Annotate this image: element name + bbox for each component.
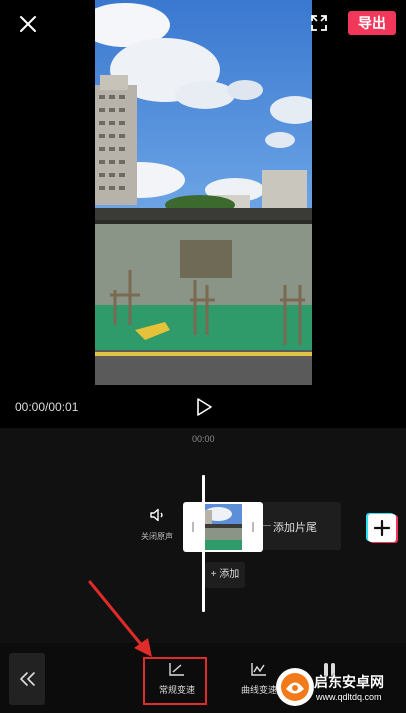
close-icon: [20, 16, 36, 32]
timeline-ruler-time: 00:00: [192, 434, 215, 444]
speed-curve-icon: [251, 663, 266, 676]
watermark-logo: [276, 668, 314, 706]
speaker-icon: [150, 508, 163, 522]
divider: [263, 525, 271, 526]
add-ending-button[interactable]: 添加片尾: [263, 502, 341, 550]
clip-trim-handle-left[interactable]: [192, 522, 194, 532]
play-icon: [197, 398, 212, 416]
clip-trim-handle-right[interactable]: [252, 522, 254, 532]
double-chevron-left-icon: [20, 672, 35, 686]
add-audio-button[interactable]: + 添加: [205, 562, 245, 588]
fullscreen-button[interactable]: [306, 10, 332, 36]
play-button[interactable]: [194, 396, 214, 418]
mute-original-audio-button[interactable]: 关闭原声: [135, 506, 179, 546]
plus-icon: [373, 519, 391, 537]
video-frame-image: [95, 0, 312, 385]
watermark-url: www.qdltdq.com: [316, 692, 382, 702]
export-button[interactable]: 导出: [348, 11, 396, 35]
add-clip-button[interactable]: [368, 514, 396, 542]
fullscreen-icon: [311, 15, 327, 31]
add-ending-label: 添加片尾: [273, 522, 317, 534]
watermark: 启东安卓网 www.qdltdq.com: [276, 664, 406, 713]
watermark-title: 启东安卓网: [314, 674, 384, 690]
annotation-highlight-box: [143, 657, 207, 705]
back-button[interactable]: [9, 653, 45, 705]
video-editor-screen: 导出 00:00/00:01 00:00 关闭原声 添加片尾 + 添加 常规变速…: [0, 0, 406, 713]
clip-thumbnail: [204, 504, 242, 550]
annotation-arrow-icon: [88, 580, 152, 657]
mute-label: 关闭原声: [141, 532, 173, 541]
playhead[interactable]: [202, 475, 205, 612]
close-button[interactable]: [14, 10, 42, 38]
video-clip[interactable]: [183, 502, 263, 552]
timecode: 00:00/00:01: [15, 400, 79, 414]
video-preview[interactable]: [95, 0, 312, 385]
